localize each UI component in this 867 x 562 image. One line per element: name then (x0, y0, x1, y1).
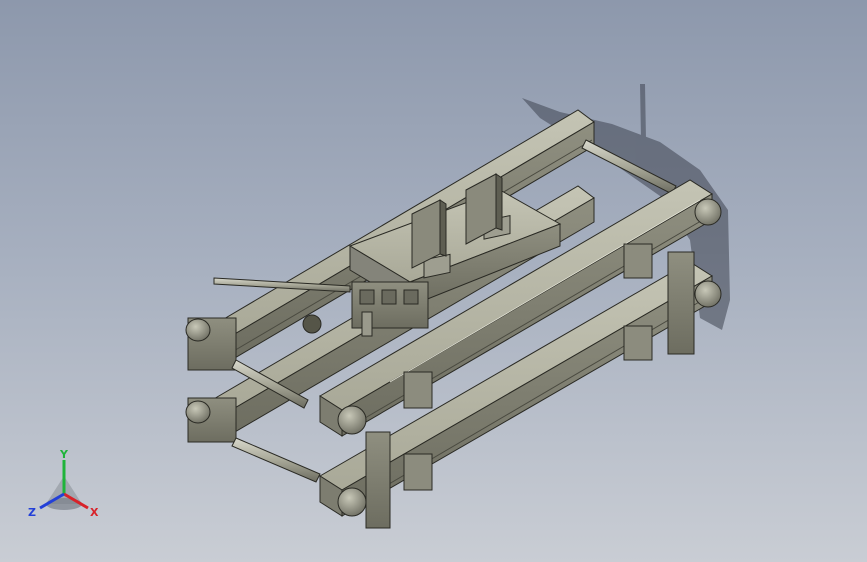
cad-model-view[interactable] (0, 0, 867, 562)
x-axis-label: X (90, 506, 99, 519)
graphics-viewport[interactable]: Y X Z (0, 0, 867, 562)
z-axis-label: Z (28, 506, 36, 519)
lift-module (351, 281, 429, 337)
y-axis-label: Y (59, 448, 69, 461)
orientation-triad[interactable]: Y X Z (24, 446, 108, 526)
